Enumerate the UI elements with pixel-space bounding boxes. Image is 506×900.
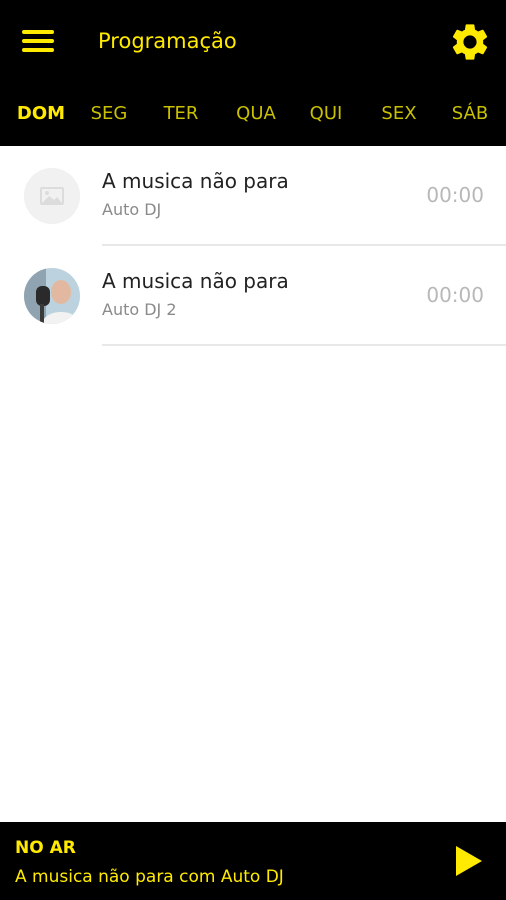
hamburger-menu-icon[interactable] [22, 28, 58, 56]
app-root: Programação DOM SEG TER QUA QUI SEX SÁB [0, 0, 506, 900]
top-bar: Programação [0, 0, 506, 84]
tab-ter[interactable]: TER [154, 96, 208, 132]
tab-seg[interactable]: SEG [80, 96, 138, 132]
divider [102, 344, 506, 346]
day-tabs: DOM SEG TER QUA QUI SEX SÁB [0, 96, 506, 132]
gear-icon[interactable] [448, 20, 492, 64]
list-item[interactable]: A musica não para Auto DJ 2 00:00 [0, 246, 506, 346]
on-air-label: NO AR [15, 838, 76, 858]
tab-qua[interactable]: QUA [226, 96, 286, 132]
host-avatar [24, 268, 80, 324]
tab-dom[interactable]: DOM [10, 96, 72, 132]
program-time: 00:00 [426, 183, 484, 207]
tab-qui[interactable]: QUI [300, 96, 352, 132]
now-playing-text: A musica não para com Auto DJ [15, 867, 284, 887]
tab-sex[interactable]: SEX [372, 96, 426, 132]
play-icon[interactable] [452, 844, 484, 878]
list-item[interactable]: A musica não para Auto DJ 00:00 [0, 146, 506, 246]
page-title: Programação [98, 29, 237, 53]
program-time: 00:00 [426, 283, 484, 307]
program-title: A musica não para [102, 169, 289, 193]
app-header: Programação DOM SEG TER QUA QUI SEX SÁB [0, 0, 506, 146]
program-title: A musica não para [102, 269, 289, 293]
image-placeholder-icon [24, 168, 80, 224]
program-host: Auto DJ [102, 200, 162, 219]
now-playing-bar: NO AR A musica não para com Auto DJ [0, 822, 506, 900]
tab-sab[interactable]: SÁB [442, 96, 498, 132]
program-host: Auto DJ 2 [102, 300, 177, 319]
